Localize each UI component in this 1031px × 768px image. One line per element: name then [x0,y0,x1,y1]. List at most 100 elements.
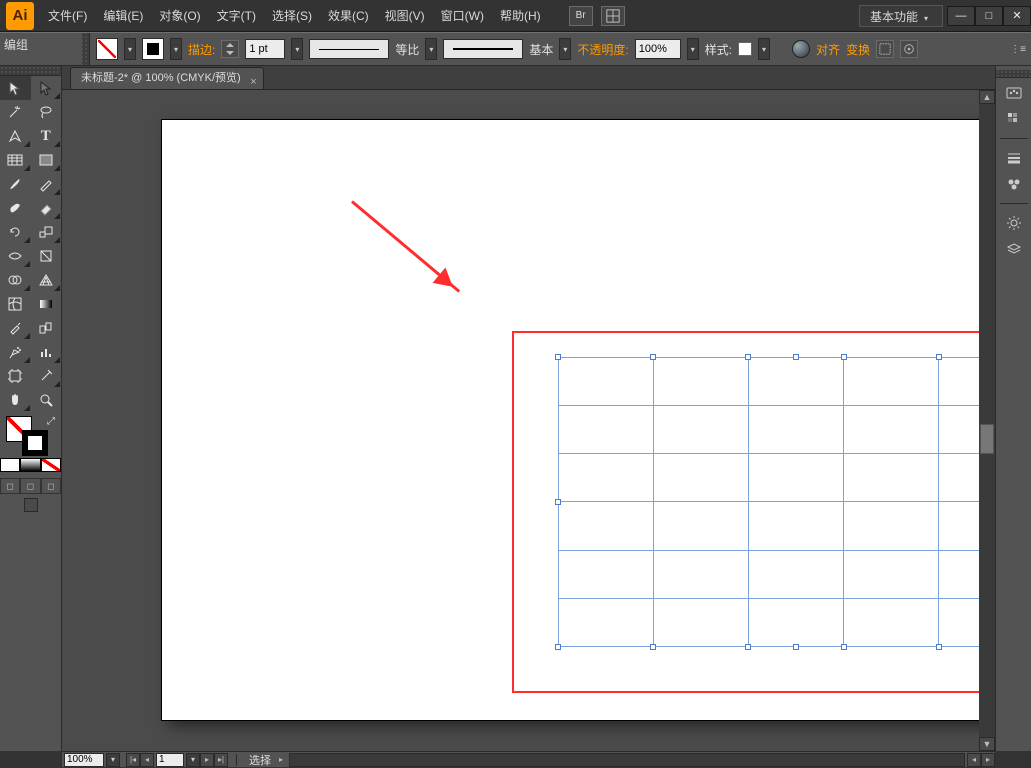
zoom-tool[interactable] [31,388,62,412]
column-graph-tool[interactable] [31,340,62,364]
menu-view[interactable]: 视图(V) [377,0,433,32]
eraser-tool[interactable] [31,196,62,220]
selection-handle[interactable] [650,354,656,360]
fill-stroke-indicator[interactable]: ⤢ [0,412,61,458]
graphic-style-dropdown[interactable]: ▾ [758,38,770,60]
window-maximize[interactable]: □ [975,6,1003,26]
artboard-prev[interactable]: ◂ [140,753,154,767]
opacity-input[interactable] [635,39,681,59]
colormode-none[interactable] [41,458,61,472]
selection-handle[interactable] [745,644,751,650]
bridge-button[interactable]: Br [569,6,593,26]
mesh-tool[interactable] [0,292,31,316]
eyedropper-tool[interactable] [0,316,31,340]
brush-definition-dropdown[interactable]: ▾ [559,38,571,60]
menu-effect[interactable]: 效果(C) [320,0,377,32]
menu-select[interactable]: 选择(S) [264,0,320,32]
artboard-tool[interactable] [0,364,31,388]
pencil-tool[interactable] [31,172,62,196]
variable-width-dropdown[interactable]: ▾ [425,38,437,60]
window-minimize[interactable]: — [947,6,975,26]
opacity-dropdown[interactable]: ▾ [687,38,699,60]
stroke-weight-stepper[interactable] [221,40,239,58]
hscroll-left[interactable]: ◂ [967,753,981,767]
blob-brush-tool[interactable] [0,196,31,220]
slice-tool[interactable] [31,364,62,388]
align-link[interactable]: 对齐 [816,41,840,58]
free-transform-tool[interactable] [31,244,62,268]
direct-selection-tool[interactable] [31,76,62,100]
workspace-switcher[interactable]: 基本功能 [859,5,943,27]
vertical-scrollbar[interactable]: ▲ ▼ [979,90,995,751]
brush-definition[interactable] [443,39,523,59]
type-tool[interactable]: T [31,124,62,148]
stroke-swatch-dropdown[interactable]: ▾ [170,38,182,60]
graphic-style-swatch[interactable] [738,42,752,56]
rotate-tool[interactable] [0,220,31,244]
selection-handle[interactable] [555,644,561,650]
edit-contents-button[interactable] [900,40,918,58]
selection-handle[interactable] [793,354,799,360]
draw-inside[interactable]: ◻ [41,478,61,494]
panel-stroke-btn[interactable] [1001,147,1027,169]
zoom-input[interactable] [64,753,104,767]
artboard-index-input[interactable] [156,753,184,767]
perspective-grid-tool[interactable] [31,268,62,292]
paintbrush-tool[interactable] [0,172,31,196]
selection-handle[interactable] [555,499,561,505]
colormode-gradient[interactable] [20,458,40,472]
zoom-dropdown[interactable]: ▾ [106,753,120,767]
recolor-artwork-button[interactable] [792,40,810,58]
selection-handle[interactable] [841,354,847,360]
control-bar-overflow[interactable]: ⋮≡ [1011,39,1025,59]
lasso-tool[interactable] [31,100,62,124]
scroll-up-button[interactable]: ▲ [979,90,995,104]
panel-swatches-btn[interactable] [1001,108,1027,130]
panel-symbols-btn[interactable] [1001,173,1027,195]
menu-file[interactable]: 文件(F) [40,0,95,32]
menu-object[interactable]: 对象(O) [151,0,208,32]
gradient-tool[interactable] [31,292,62,316]
status-flyout[interactable]: ▸ [275,753,287,767]
selection-handle[interactable] [745,354,751,360]
stroke-indicator[interactable] [22,430,48,456]
selection-handle[interactable] [793,644,799,650]
selection-handle[interactable] [936,354,942,360]
screen-mode-button[interactable] [24,498,38,512]
hand-tool[interactable] [0,388,31,412]
draw-behind[interactable]: ◻ [20,478,40,494]
canvas-viewport[interactable]: ▲ ▼ [62,90,995,751]
stroke-weight-dropdown[interactable]: ▾ [291,38,303,60]
fill-swatch-dropdown[interactable]: ▾ [124,38,136,60]
line-segment-tool[interactable] [0,148,31,172]
variable-width-profile[interactable] [309,39,389,59]
stroke-weight-input[interactable] [245,39,285,59]
transform-link[interactable]: 变换 [846,41,870,58]
artboard-index-dropdown[interactable]: ▾ [186,753,200,767]
stroke-label[interactable]: 描边: [188,41,215,58]
stroke-swatch[interactable] [142,38,164,60]
menu-window[interactable]: 窗口(W) [433,0,492,32]
swap-fill-stroke-icon[interactable]: ⤢ [47,416,55,427]
magic-wand-tool[interactable] [0,100,31,124]
fill-swatch[interactable] [96,38,118,60]
draw-normal[interactable]: ◻ [0,478,20,494]
arrange-documents-button[interactable] [601,6,625,26]
pen-tool[interactable] [0,124,31,148]
menu-edit[interactable]: 编辑(E) [95,0,151,32]
shape-builder-tool[interactable] [0,268,31,292]
panel-color-btn[interactable] [1001,82,1027,104]
scale-tool[interactable] [31,220,62,244]
selection-handle[interactable] [650,644,656,650]
scroll-down-button[interactable]: ▼ [979,737,995,751]
panel-layers-btn[interactable] [1001,238,1027,260]
isolate-group-button[interactable] [876,40,894,58]
scroll-thumb[interactable] [980,424,994,454]
selection-handle[interactable] [555,354,561,360]
selection-tool[interactable] [0,76,31,100]
menu-help[interactable]: 帮助(H) [492,0,549,32]
menu-type[interactable]: 文字(T) [209,0,264,32]
symbol-sprayer-tool[interactable] [0,340,31,364]
hscroll-right[interactable]: ▸ [981,753,995,767]
artboard-last[interactable]: ▸| [214,753,228,767]
